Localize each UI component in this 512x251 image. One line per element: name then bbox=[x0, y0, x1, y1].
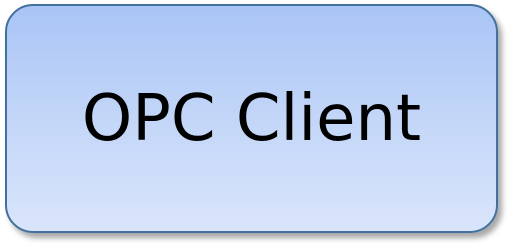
opc-client-node: OPC Client bbox=[5, 4, 498, 233]
node-label: OPC Client bbox=[81, 81, 422, 156]
diagram-canvas: OPC Client bbox=[0, 0, 512, 251]
